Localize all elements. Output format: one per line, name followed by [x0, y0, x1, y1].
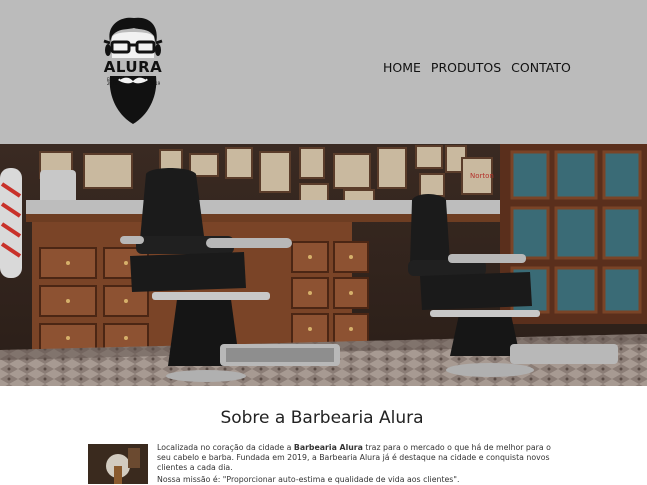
- logo-year-left: 2019: [107, 81, 118, 86]
- logo-brand-text: ALURA: [104, 58, 162, 76]
- about-title: Sobre a Barbearia Alura: [220, 408, 424, 428]
- site-header: ALURA EST. 2019 2019 HOME PRODUTOS CONTA…: [0, 0, 647, 144]
- logo-year-right: 2019: [150, 81, 161, 86]
- about-paragraph-1: Localizada no coração da cidade a Barbea…: [157, 443, 557, 473]
- nav-home-link[interactable]: HOME: [383, 60, 421, 75]
- hero-banner: Norton: [0, 144, 647, 386]
- about-text-bold: Barbearia Alura: [293, 443, 363, 452]
- nav-contato-link[interactable]: CONTATO: [511, 60, 571, 75]
- about-section: Sobre a Barbearia Alura Localizada no co…: [86, 398, 558, 484]
- about-paragraph-2: Nossa missão é: "Proporcionar auto-estim…: [157, 475, 460, 484]
- alura-logo[interactable]: ALURA EST. 2019 2019: [100, 14, 166, 126]
- hero-sign-text: Norton: [470, 172, 494, 180]
- barbershop-interior-photo: Norton: [0, 144, 647, 386]
- about-thumbnail: [88, 444, 148, 484]
- nav-produtos-link[interactable]: PRODUTOS: [431, 60, 501, 75]
- main-nav: HOME PRODUTOS CONTATO: [383, 60, 571, 75]
- about-text-before: Localizada no coração da cidade a: [157, 443, 294, 452]
